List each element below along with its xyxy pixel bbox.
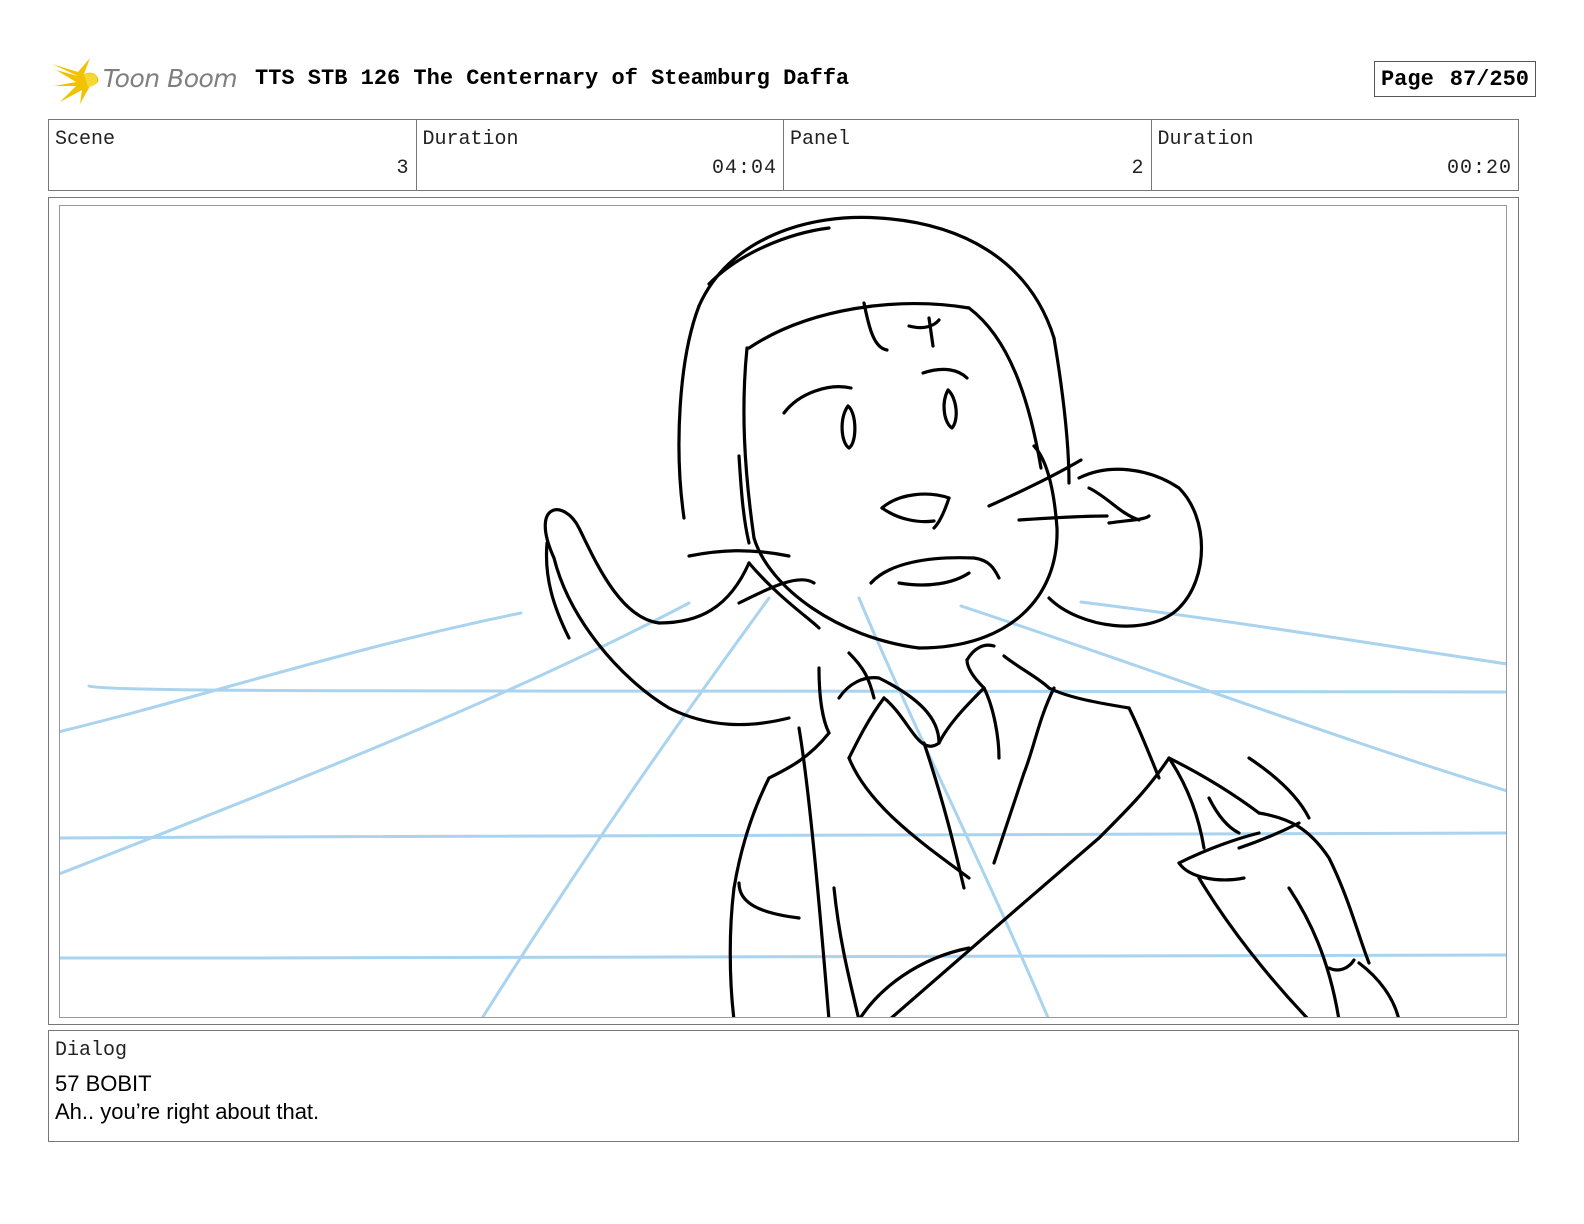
storyboard-sketch bbox=[60, 215, 1506, 1017]
panel-value: 2 bbox=[1131, 157, 1145, 180]
panel-duration-label: Duration bbox=[1157, 128, 1254, 151]
panel-image-area bbox=[59, 205, 1507, 1018]
dialog-label: Dialog bbox=[55, 1039, 128, 1062]
scene-duration-label: Duration bbox=[422, 128, 519, 151]
panel-info-row: Scene 3 Duration 04:04 Panel 2 Duration … bbox=[48, 119, 1519, 191]
panel-frame bbox=[48, 197, 1519, 1025]
page-number: 87/250 bbox=[1449, 67, 1529, 92]
document-title: TTS STB 126 The Centernary of Steamburg … bbox=[255, 66, 850, 91]
page-indicator: Page 87/250 bbox=[1373, 61, 1536, 97]
scene-duration-value: 04:04 bbox=[711, 157, 777, 180]
dialog-box: Dialog 57 BOBIT Ah.. you’re right about … bbox=[48, 1030, 1519, 1142]
toon-boom-logo: Toon Boom bbox=[50, 56, 240, 106]
scene-cell: Scene 3 bbox=[49, 120, 417, 190]
dialog-speaker: 57 BOBIT bbox=[55, 1071, 152, 1096]
panel-cell: Panel 2 bbox=[784, 120, 1152, 190]
scene-duration-cell: Duration 04:04 bbox=[417, 120, 784, 190]
logo-text: Toon Boom bbox=[103, 64, 238, 93]
scene-value: 3 bbox=[396, 157, 410, 180]
panel-duration-value: 00:20 bbox=[1446, 157, 1512, 180]
character-sketch bbox=[543, 215, 1400, 1017]
dialog-line: Ah.. you’re right about that. bbox=[55, 1099, 320, 1124]
page-label: Page bbox=[1380, 67, 1434, 92]
panel-duration-cell: Duration 00:20 bbox=[1152, 120, 1519, 190]
perspective-guides bbox=[60, 596, 1506, 1017]
scene-label: Scene bbox=[55, 128, 116, 151]
starburst-icon bbox=[52, 58, 99, 104]
panel-label: Panel bbox=[790, 128, 851, 151]
storyboard-header: Toon Boom TTS STB 126 The Centernary of … bbox=[50, 52, 1536, 108]
